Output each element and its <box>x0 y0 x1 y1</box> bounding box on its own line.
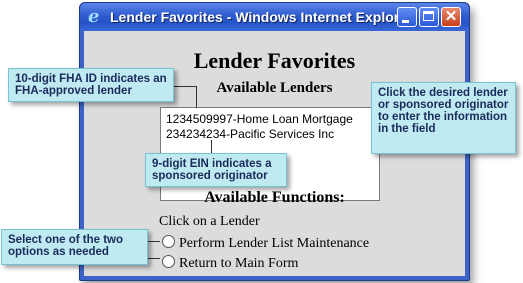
ie-icon: e <box>88 6 100 27</box>
callout-leader <box>148 258 160 259</box>
option-lender-list-maintenance[interactable]: Perform Lender List Maintenance <box>162 235 369 252</box>
select-lender-callout: Click the desired lender or sponsored or… <box>371 82 516 154</box>
callout-leader <box>148 241 160 242</box>
callout-leader <box>174 86 196 87</box>
window-title: Lender Favorites - Windows Internet Expl… <box>110 9 413 25</box>
minimize-icon <box>402 20 409 23</box>
callout-leader <box>196 86 197 108</box>
available-functions-heading: Available Functions: <box>204 189 345 206</box>
option-return-main-form[interactable]: Return to Main Form <box>162 255 298 272</box>
option-label: Perform Lender List Maintenance <box>179 236 370 251</box>
maximize-button[interactable] <box>419 7 439 27</box>
option-label: Return to Main Form <box>179 256 299 271</box>
maximize-icon <box>423 11 434 21</box>
callout-leader <box>211 140 212 154</box>
title-bar[interactable]: e Lender Favorites - Windows Internet Ex… <box>80 3 469 31</box>
radio-button[interactable] <box>162 235 175 248</box>
fha-id-callout: 10-digit FHA ID indicates an FHA-approve… <box>8 68 174 102</box>
close-button[interactable]: ✕ <box>441 7 461 27</box>
minimize-button[interactable] <box>397 7 417 27</box>
radio-button[interactable] <box>162 255 175 268</box>
close-icon: ✕ <box>444 8 458 25</box>
select-option-callout: Select one of the two options as needed <box>1 229 148 265</box>
lender-list-item[interactable]: 234234234-Pacific Services Inc <box>166 127 334 141</box>
lender-list-item[interactable]: 1234509997-Home Loan Mortgage <box>166 112 353 126</box>
click-lender-hint: Click on a Lender <box>159 214 260 229</box>
ein-callout: 9-digit EIN indicates a sponsored origin… <box>145 153 287 187</box>
